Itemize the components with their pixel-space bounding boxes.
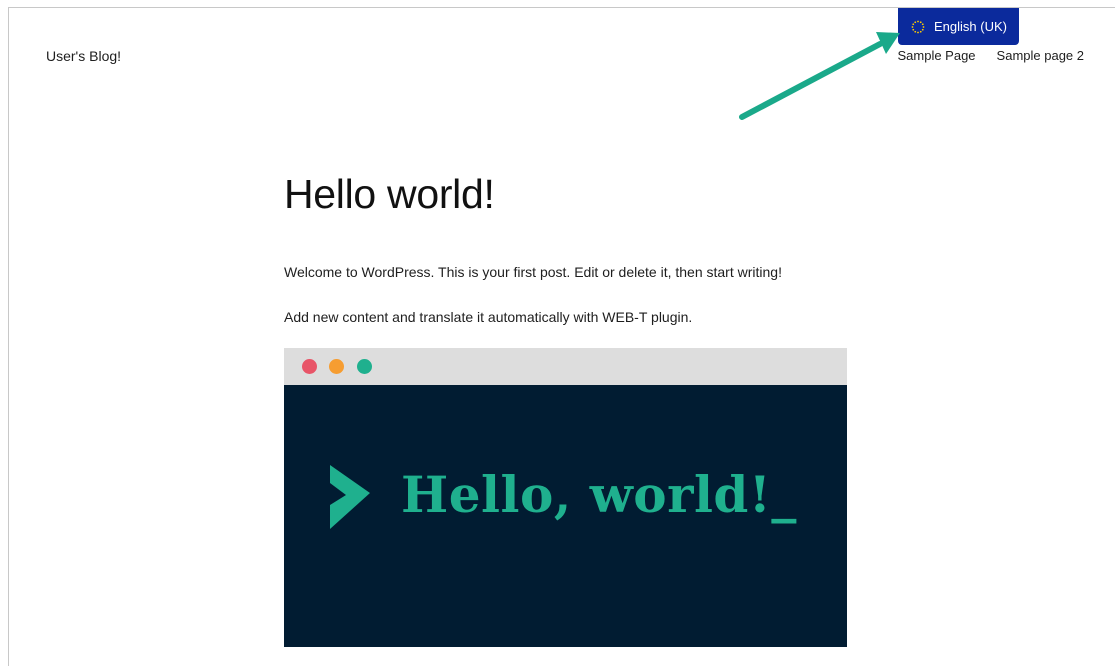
post-title: Hello world! [284,171,495,217]
nav-item-sample-page-2[interactable]: Sample page 2 [997,48,1084,63]
eu-flag-star [914,30,917,33]
main-nav: Sample Page Sample page 2 [897,48,1084,63]
chevron-right-icon [330,465,370,529]
eu-flag-star [917,20,919,22]
annotation-arrow-icon [739,32,900,120]
image-hero-text: Hello, world!_ [401,465,797,524]
eu-flag-star [911,25,914,28]
post-paragraph-2: Add new content and translate it automat… [284,309,693,325]
eu-flag-star [919,20,922,23]
eu-flag-icon [911,20,925,33]
site-title[interactable]: User's Blog! [46,48,121,64]
eu-flag-star [919,30,922,33]
eu-flag-star [914,20,917,23]
window-dot-red-icon [302,359,317,374]
window-dot-green-icon [357,359,372,374]
language-switcher-label: English (UK) [934,19,1007,34]
window-dot-orange-icon [329,359,344,374]
eu-flag-star [912,22,915,25]
window-title-bar [284,348,847,385]
eu-flag-star [922,25,925,28]
eu-flag-star [917,31,919,33]
language-switcher-button[interactable]: English (UK) [898,8,1019,45]
eu-flag-star [912,28,915,31]
arrow-shaft [739,41,883,120]
eu-flag-star [921,28,924,31]
post-featured-image: Hello, world!_ [284,348,847,647]
post-paragraph-1: Welcome to WordPress. This is your first… [284,264,782,280]
eu-flag-star [921,22,924,25]
nav-item-sample-page[interactable]: Sample Page [897,48,975,63]
